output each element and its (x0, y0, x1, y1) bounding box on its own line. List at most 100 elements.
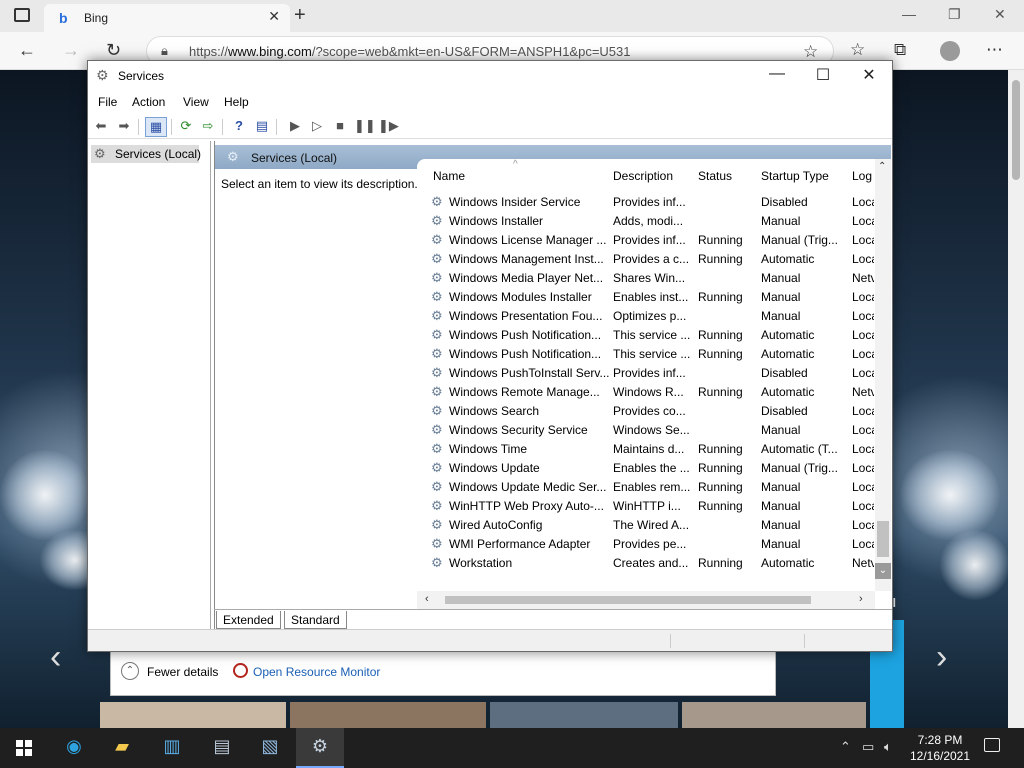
refresh-icon[interactable]: ↻ (106, 40, 121, 61)
table-row[interactable]: ⚙ Windows Security Service Windows Se... Ma… (417, 421, 875, 440)
taskbar-task-manager[interactable]: ▤ (198, 728, 246, 768)
system-clock[interactable]: 7:28 PM 12/16/2021 (904, 732, 976, 764)
back-arrow-icon[interactable]: ⬅ (92, 118, 110, 134)
cell-name: WinHTTP Web Proxy Auto-... (449, 499, 604, 513)
taskbar-file-explorer[interactable]: ▰ (98, 728, 146, 768)
menu-file[interactable]: File (98, 95, 117, 109)
windows-start-icon[interactable] (16, 740, 32, 756)
stop-service-icon[interactable]: ■ (331, 118, 349, 133)
fewer-details-link[interactable]: Fewer details (147, 665, 218, 679)
forward-arrow-icon[interactable]: ➡ (115, 118, 133, 134)
table-row[interactable]: ⚙ Windows Remote Manage... Windows R... Run… (417, 383, 875, 402)
network-icon[interactable]: ▭ (862, 739, 874, 755)
close-tab-icon[interactable]: ✕ (268, 8, 280, 25)
open-resource-monitor-link[interactable]: Open Resource Monitor (253, 665, 380, 679)
pause-service-icon[interactable]: ❚❚ (354, 118, 376, 134)
page-scrollbar[interactable] (1008, 70, 1024, 730)
new-tab-icon[interactable]: + (294, 4, 306, 27)
settings-more-icon[interactable]: ⋯ (986, 40, 1003, 60)
restart-service-icon[interactable]: ❚▶ (378, 118, 399, 134)
browser-close-icon[interactable]: ✕ (994, 6, 1006, 23)
table-row[interactable]: ⚙ Windows Management Inst... Provides a c.… (417, 250, 875, 269)
refresh-icon[interactable]: ⟳ (177, 118, 195, 134)
table-row[interactable]: ⚙ Windows Update Medic Ser... Enables rem.… (417, 478, 875, 497)
table-row[interactable]: ⚙ Wired AutoConfig The Wired A... Manual Loc… (417, 516, 875, 535)
scroll-right-icon[interactable]: › (859, 593, 863, 605)
menu-action[interactable]: Action (132, 95, 165, 109)
table-row[interactable]: ⚙ WMI Performance Adapter Provides pe... Ma… (417, 535, 875, 554)
table-row[interactable]: ⚙ Windows Presentation Fou... Optimizes p.… (417, 307, 875, 326)
cell-startup-type: Manual (761, 423, 801, 437)
taskbar-server-manager[interactable]: ▥ (148, 728, 196, 768)
close-button[interactable]: ✕ (854, 65, 884, 85)
table-row[interactable]: ⚙ Windows PushToInstall Serv... Provides i… (417, 364, 875, 383)
column-header-log-on-as[interactable]: Log (852, 169, 872, 183)
services-titlebar[interactable]: ⚙ Services — ☐ ✕ (88, 61, 892, 91)
properties-icon[interactable]: ▤ (253, 118, 271, 134)
taskbar-app[interactable]: ▧ (246, 728, 294, 768)
column-header-startup-type[interactable]: Startup Type (761, 169, 829, 183)
table-row[interactable]: ⚙ Windows Push Notification... This servic… (417, 345, 875, 364)
news-thumbnail[interactable] (490, 702, 678, 730)
news-thumbnail[interactable] (290, 702, 486, 730)
column-header-status[interactable]: Status (698, 169, 732, 183)
table-row[interactable]: ⚙ Workstation Creates and... Running Automat… (417, 554, 875, 573)
minimize-button[interactable]: — (762, 65, 792, 83)
table-row[interactable]: ⚙ Windows Modules Installer Enables inst..… (417, 288, 875, 307)
tab-standard[interactable]: Standard (284, 611, 347, 629)
profile-avatar[interactable] (940, 41, 960, 61)
show-hide-console-tree-button[interactable]: ▦ (145, 117, 167, 137)
lock-icon[interactable]: 🔒︎ (161, 43, 168, 59)
tab-actions-icon[interactable] (14, 8, 30, 22)
show-hidden-icons-chevron-icon[interactable]: ⌃ (840, 739, 851, 755)
menu-help[interactable]: Help (224, 95, 249, 109)
view-tabs: Extended Standard (214, 609, 892, 629)
table-row[interactable]: ⚙ Windows Insider Service Provides inf... D… (417, 193, 875, 212)
menu-view[interactable]: View (183, 95, 209, 109)
help-icon[interactable]: ? (230, 118, 248, 133)
scroll-left-icon[interactable]: ‹ (425, 593, 429, 605)
table-row[interactable]: ⚙ Windows Search Provides co... Disabled Loc… (417, 402, 875, 421)
news-thumbnail[interactable] (100, 702, 286, 730)
tree-node-services-local[interactable]: ⚙ Services (Local) (91, 145, 201, 163)
favorites-icon[interactable]: ☆ (850, 40, 865, 60)
table-row[interactable]: ⚙ Windows Push Notification... This servic… (417, 326, 875, 345)
maximize-button[interactable]: ☐ (808, 65, 838, 85)
taskbar-edge[interactable]: ◉ (50, 728, 98, 768)
table-row[interactable]: ⚙ Windows Time Maintains d... Running Automa… (417, 440, 875, 459)
page-scroll-thumb[interactable] (1012, 80, 1020, 180)
forward-icon[interactable]: → (62, 40, 80, 61)
vertical-scroll-thumb[interactable] (877, 521, 889, 557)
volume-muted-icon[interactable]: 🔈︎ (884, 739, 892, 755)
start-service-alt-icon[interactable]: ▷ (308, 118, 326, 134)
vertical-scrollbar[interactable]: ⌃ ⌄ (875, 159, 891, 591)
column-header-name[interactable]: Name (433, 169, 465, 183)
horizontal-scroll-thumb[interactable] (445, 596, 811, 604)
scroll-up-icon[interactable]: ⌃ (878, 161, 886, 172)
notifications-icon[interactable] (984, 738, 1000, 752)
table-row[interactable]: ⚙ Windows Media Player Net... Shares Win..… (417, 269, 875, 288)
news-thumbnail[interactable] (682, 702, 866, 730)
start-service-icon[interactable]: ▶ (286, 118, 304, 134)
taskbar-services[interactable]: ⚙ (296, 728, 344, 768)
table-row[interactable]: ⚙ Windows Installer Adds, modi... Manual Loc… (417, 212, 875, 231)
collections-icon[interactable]: ⧉ (894, 40, 906, 60)
carousel-next-icon[interactable]: › (936, 638, 947, 677)
url-text[interactable]: https://www.bing.com/?scope=web&mkt=en-U… (189, 44, 631, 59)
browser-minimize-icon[interactable]: — (902, 6, 916, 22)
cell-name: Windows Presentation Fou... (449, 309, 603, 323)
horizontal-scrollbar[interactable]: ‹ › (417, 591, 875, 609)
scroll-down-icon[interactable]: ⌄ (875, 563, 891, 579)
add-favorite-icon[interactable]: ☆ (803, 42, 818, 62)
back-icon[interactable]: ← (18, 40, 36, 61)
carousel-prev-icon[interactable]: ‹ (50, 638, 61, 677)
export-list-icon[interactable]: ⇨ (199, 118, 217, 134)
chevron-up-icon[interactable]: ⌃ (121, 662, 139, 680)
table-row[interactable]: ⚙ Windows License Manager ... Provides inf… (417, 231, 875, 250)
tab-extended[interactable]: Extended (216, 611, 281, 629)
tab-bing[interactable]: b Bing ✕ (44, 4, 290, 32)
table-row[interactable]: ⚙ WinHTTP Web Proxy Auto-... WinHTTP i... R… (417, 497, 875, 516)
table-row[interactable]: ⚙ Windows Update Enables the ... Running Man… (417, 459, 875, 478)
column-header-description[interactable]: Description (613, 169, 673, 183)
browser-restore-icon[interactable]: ❐ (948, 6, 961, 23)
